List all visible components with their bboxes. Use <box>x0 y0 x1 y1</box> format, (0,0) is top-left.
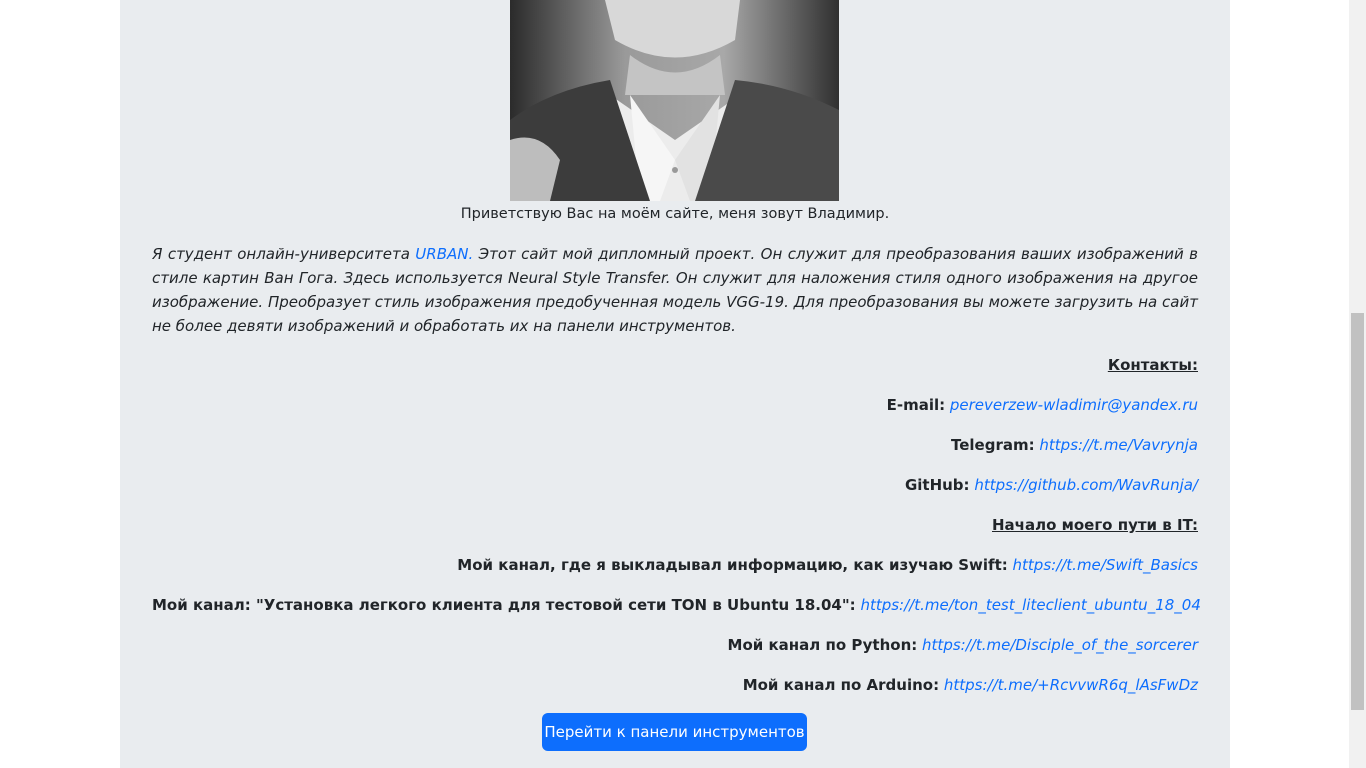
telegram-link[interactable]: https://t.me/Vavrynja <box>1039 436 1198 454</box>
telegram-label: Telegram: <box>951 436 1035 454</box>
contacts-heading-row: Контакты: <box>152 354 1198 376</box>
email-row: E-mail: pereverzew-wladimir@yandex.ru <box>152 394 1198 416</box>
python-label: Мой канал по Python: <box>727 636 918 654</box>
go-to-toolbar-button[interactable]: Перейти к панели инструментов <box>542 713 807 751</box>
telegram-row: Telegram: https://t.me/Vavrynja <box>152 434 1198 456</box>
journey-heading-row: Начало моего пути в IT: <box>152 514 1198 536</box>
ton-link[interactable]: https://t.me/ton_test_liteclient_ubuntu_… <box>860 596 1200 614</box>
greeting-text: Приветствую Вас на моём сайте, меня зову… <box>460 206 890 222</box>
intro-paragraph: Я студент онлайн-университета URBAN. Это… <box>152 242 1198 338</box>
author-portrait-image <box>510 0 839 201</box>
intro-text-start: Я студент онлайн-университета <box>152 245 416 263</box>
github-row: GitHub: https://github.com/WavRunja/ <box>152 474 1198 496</box>
arduino-link[interactable]: https://t.me/+RcvvwR6q_lAsFwDz <box>944 676 1198 694</box>
content-panel: Приветствую Вас на моём сайте, меня зову… <box>120 0 1230 768</box>
github-link[interactable]: https://github.com/WavRunja/ <box>974 476 1198 494</box>
ton-label: Мой канал: "Установка легкого клиента дл… <box>152 596 856 614</box>
email-link[interactable]: pereverzew-wladimir@yandex.ru <box>950 396 1198 414</box>
python-row: Мой канал по Python: https://t.me/Discip… <box>152 634 1198 656</box>
scrollbar-thumb[interactable] <box>1351 313 1364 710</box>
viewport: Приветствую Вас на моём сайте, меня зову… <box>0 0 1366 768</box>
page-scrollbar[interactable] <box>1349 0 1366 768</box>
github-label: GitHub: <box>904 476 970 494</box>
arduino-row: Мой канал по Arduino: https://t.me/+Rcvv… <box>152 674 1198 696</box>
email-label: E-mail: <box>886 396 946 414</box>
urban-link[interactable]: URBAN. <box>415 245 473 263</box>
contacts-heading: Контакты: <box>1107 356 1198 374</box>
journey-heading: Начало моего пути в IT: <box>992 516 1198 534</box>
ton-row: Мой канал: "Установка легкого клиента дл… <box>152 594 1201 616</box>
swift-row: Мой канал, где я выкладывал информацию, … <box>152 554 1198 576</box>
swift-label: Мой канал, где я выкладывал информацию, … <box>457 556 1008 574</box>
python-link[interactable]: https://t.me/Disciple_of_the_sorcerer <box>922 636 1198 654</box>
arduino-label: Мой канал по Arduino: <box>742 676 940 694</box>
swift-link[interactable]: https://t.me/Swift_Basics <box>1013 556 1198 574</box>
